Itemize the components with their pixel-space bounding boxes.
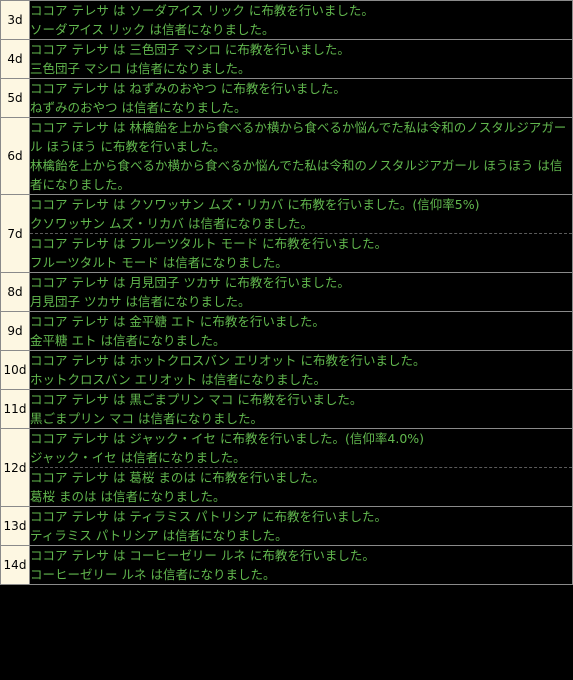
message-cell: ココア テレサ は クソワッサン ムズ・リカバ に布教を行いました。(信仰率5%… bbox=[29, 194, 573, 273]
day-label: 8d bbox=[0, 272, 30, 312]
convert-message: ジャック・イセ は信者になりました。 bbox=[30, 450, 246, 465]
day-label: 9d bbox=[0, 311, 30, 351]
message-cell: ココア テレサ は 三色団子 マシロ に布教を行いました。 三色団子 マシロ は信… bbox=[29, 39, 573, 79]
day-label: 12d bbox=[0, 428, 30, 507]
message-cell: ココア テレサ は ティラミス パトリシア に布教を行いました。 ティラミス パト… bbox=[29, 506, 573, 546]
message-cell: ココア テレサ は 黒ごまプリン マコ に布教を行いました。 黒ごまプリン マコ … bbox=[29, 389, 573, 429]
log-row: 6d ココア テレサ は 林檎飴を上から食べるか横から食べるか悩んでた私は令和のノ… bbox=[0, 117, 573, 195]
log-row: 10d ココア テレサ は ホットクロスバン エリオット に布教を行いました。 ホッ… bbox=[0, 350, 573, 390]
message-cell: ココア テレサ は ジャック・イセ に布教を行いました。(信仰率4.0%) ジャッ… bbox=[29, 428, 573, 507]
convert-message: クソワッサン ムズ・リカバ は信者になりました。 bbox=[30, 216, 313, 231]
message-cell: ココア テレサ は ソーダアイス リック に布教を行いました。 ソーダアイス リッ… bbox=[29, 0, 573, 40]
log-row: 12d ココア テレサ は ジャック・イセ に布教を行いました。(信仰率4.0%)… bbox=[0, 428, 573, 507]
convert-message: ホットクロスバン エリオット は信者になりました。 bbox=[30, 372, 327, 387]
log-row: 5d ココア テレサ は ねずみのおやつ に布教を行いました。 ねずみのおやつ は信… bbox=[0, 78, 573, 118]
event-group: ココア テレサ は ホットクロスバン エリオット に布教を行いました。 ホットクロ… bbox=[30, 351, 572, 389]
proselytize-message: ココア テレサ は コーヒーゼリー ルネ に布教を行いました。 bbox=[30, 548, 375, 563]
convert-message: ティラミス パトリシア は信者になりました。 bbox=[30, 528, 288, 543]
event-group: ココア テレサ は ジャック・イセ に布教を行いました。(信仰率4.0%) ジャッ… bbox=[30, 429, 572, 468]
message-cell: ココア テレサ は コーヒーゼリー ルネ に布教を行いました。 コーヒーゼリー ル… bbox=[29, 545, 573, 585]
event-group: ココア テレサ は ティラミス パトリシア に布教を行いました。 ティラミス パト… bbox=[30, 507, 572, 545]
log-row: 14d ココア テレサ は コーヒーゼリー ルネ に布教を行いました。 コーヒーゼリ… bbox=[0, 545, 573, 585]
day-label: 10d bbox=[0, 350, 30, 390]
proselytize-message: ココア テレサ は ねずみのおやつ に布教を行いました。 bbox=[30, 81, 346, 96]
event-group: ココア テレサ は 金平糖 エト に布教を行いました。 金平糖 エト は信者になり… bbox=[30, 312, 572, 350]
proselytize-message: ココア テレサ は クソワッサン ムズ・リカバ に布教を行いました。(信仰率5%… bbox=[30, 197, 480, 212]
day-label: 7d bbox=[0, 194, 30, 273]
event-log-table: 3d ココア テレサ は ソーダアイス リック に布教を行いました。 ソーダアイス … bbox=[0, 0, 573, 585]
event-group: ココア テレサ は 葛桜 まのは に布教を行いました。 葛桜 まのは は信者になり… bbox=[30, 468, 572, 506]
proselytize-message: ココア テレサ は 三色団子 マシロ に布教を行いました。 bbox=[30, 42, 350, 57]
log-row: 4d ココア テレサ は 三色団子 マシロ に布教を行いました。 三色団子 マシロ … bbox=[0, 39, 573, 79]
log-row: 7d ココア テレサ は クソワッサン ムズ・リカバ に布教を行いました。(信仰率… bbox=[0, 194, 573, 273]
proselytize-message: ココア テレサ は ソーダアイス リック に布教を行いました。 bbox=[30, 3, 374, 18]
message-cell: ココア テレサ は ねずみのおやつ に布教を行いました。 ねずみのおやつ は信者に… bbox=[29, 78, 573, 118]
message-cell: ココア テレサ は 林檎飴を上から食べるか横から食べるか悩んでた私は令和のノスタ… bbox=[29, 117, 573, 195]
event-group: ココア テレサ は 林檎飴を上から食べるか横から食べるか悩んでた私は令和のノスタ… bbox=[30, 118, 572, 194]
day-label: 6d bbox=[0, 117, 30, 195]
log-row: 9d ココア テレサ は 金平糖 エト に布教を行いました。 金平糖 エト は信者に… bbox=[0, 311, 573, 351]
event-log-body: 3d ココア テレサ は ソーダアイス リック に布教を行いました。 ソーダアイス … bbox=[0, 0, 573, 585]
convert-message: 黒ごまプリン マコ は信者になりました。 bbox=[30, 411, 263, 426]
day-label: 13d bbox=[0, 506, 30, 546]
day-label: 4d bbox=[0, 39, 30, 79]
proselytize-message: ココア テレサ は ジャック・イセ に布教を行いました。(信仰率4.0%) bbox=[30, 431, 425, 446]
convert-message: 金平糖 エト は信者になりました。 bbox=[30, 333, 226, 348]
convert-message: 林檎飴を上から食べるか横から食べるか悩んでた私は令和のノスタルジアガール ほうほ… bbox=[30, 158, 563, 192]
event-group: ココア テレサ は フルーツタルト モード に布教を行いました。 フルーツタルト … bbox=[30, 234, 572, 272]
log-row: 3d ココア テレサ は ソーダアイス リック に布教を行いました。 ソーダアイス … bbox=[0, 0, 573, 40]
day-label: 3d bbox=[0, 0, 30, 40]
proselytize-message: ココア テレサ は ホットクロスバン エリオット に布教を行いました。 bbox=[30, 353, 426, 368]
event-group: ココア テレサ は 黒ごまプリン マコ に布教を行いました。 黒ごまプリン マコ … bbox=[30, 390, 572, 428]
log-row: 8d ココア テレサ は 月見団子 ツカサ に布教を行いました。 月見団子 ツカサ … bbox=[0, 272, 573, 312]
proselytize-message: ココア テレサ は 月見団子 ツカサ に布教を行いました。 bbox=[30, 275, 350, 290]
proselytize-message: ココア テレサ は 林檎飴を上から食べるか横から食べるか悩んでた私は令和のノスタ… bbox=[30, 120, 567, 154]
convert-message: 葛桜 まのは は信者になりました。 bbox=[30, 489, 226, 504]
event-group: ココア テレサ は 月見団子 ツカサ に布教を行いました。 月見団子 ツカサ は信… bbox=[30, 273, 572, 311]
convert-message: フルーツタルト モード は信者になりました。 bbox=[30, 255, 288, 270]
day-label: 14d bbox=[0, 545, 30, 585]
convert-message: 三色団子 マシロ は信者になりました。 bbox=[30, 61, 251, 76]
event-group: ココア テレサ は ねずみのおやつ に布教を行いました。 ねずみのおやつ は信者に… bbox=[30, 79, 572, 117]
log-row: 13d ココア テレサ は ティラミス パトリシア に布教を行いました。 ティラミス… bbox=[0, 506, 573, 546]
event-group: ココア テレサ は ソーダアイス リック に布教を行いました。 ソーダアイス リッ… bbox=[30, 1, 572, 39]
message-cell: ココア テレサ は ホットクロスバン エリオット に布教を行いました。 ホットクロ… bbox=[29, 350, 573, 390]
convert-message: 月見団子 ツカサ は信者になりました。 bbox=[30, 294, 251, 309]
proselytize-message: ココア テレサ は 葛桜 まのは に布教を行いました。 bbox=[30, 470, 325, 485]
message-cell: ココア テレサ は 月見団子 ツカサ に布教を行いました。 月見団子 ツカサ は信… bbox=[29, 272, 573, 312]
convert-message: ねずみのおやつ は信者になりました。 bbox=[30, 100, 247, 115]
proselytize-message: ココア テレサ は フルーツタルト モード に布教を行いました。 bbox=[30, 236, 388, 251]
convert-message: コーヒーゼリー ルネ は信者になりました。 bbox=[30, 567, 276, 582]
event-group: ココア テレサ は 三色団子 マシロ に布教を行いました。 三色団子 マシロ は信… bbox=[30, 40, 572, 78]
message-cell: ココア テレサ は 金平糖 エト に布教を行いました。 金平糖 エト は信者になり… bbox=[29, 311, 573, 351]
day-label: 5d bbox=[0, 78, 30, 118]
proselytize-message: ココア テレサ は 金平糖 エト に布教を行いました。 bbox=[30, 314, 325, 329]
convert-message: ソーダアイス リック は信者になりました。 bbox=[30, 22, 275, 37]
event-group: ココア テレサ は コーヒーゼリー ルネ に布教を行いました。 コーヒーゼリー ル… bbox=[30, 546, 572, 584]
log-row: 11d ココア テレサ は 黒ごまプリン マコ に布教を行いました。 黒ごまプリン … bbox=[0, 389, 573, 429]
proselytize-message: ココア テレサ は ティラミス パトリシア に布教を行いました。 bbox=[30, 509, 387, 524]
proselytize-message: ココア テレサ は 黒ごまプリン マコ に布教を行いました。 bbox=[30, 392, 363, 407]
event-group: ココア テレサ は クソワッサン ムズ・リカバ に布教を行いました。(信仰率5%… bbox=[30, 195, 572, 234]
day-label: 11d bbox=[0, 389, 30, 429]
